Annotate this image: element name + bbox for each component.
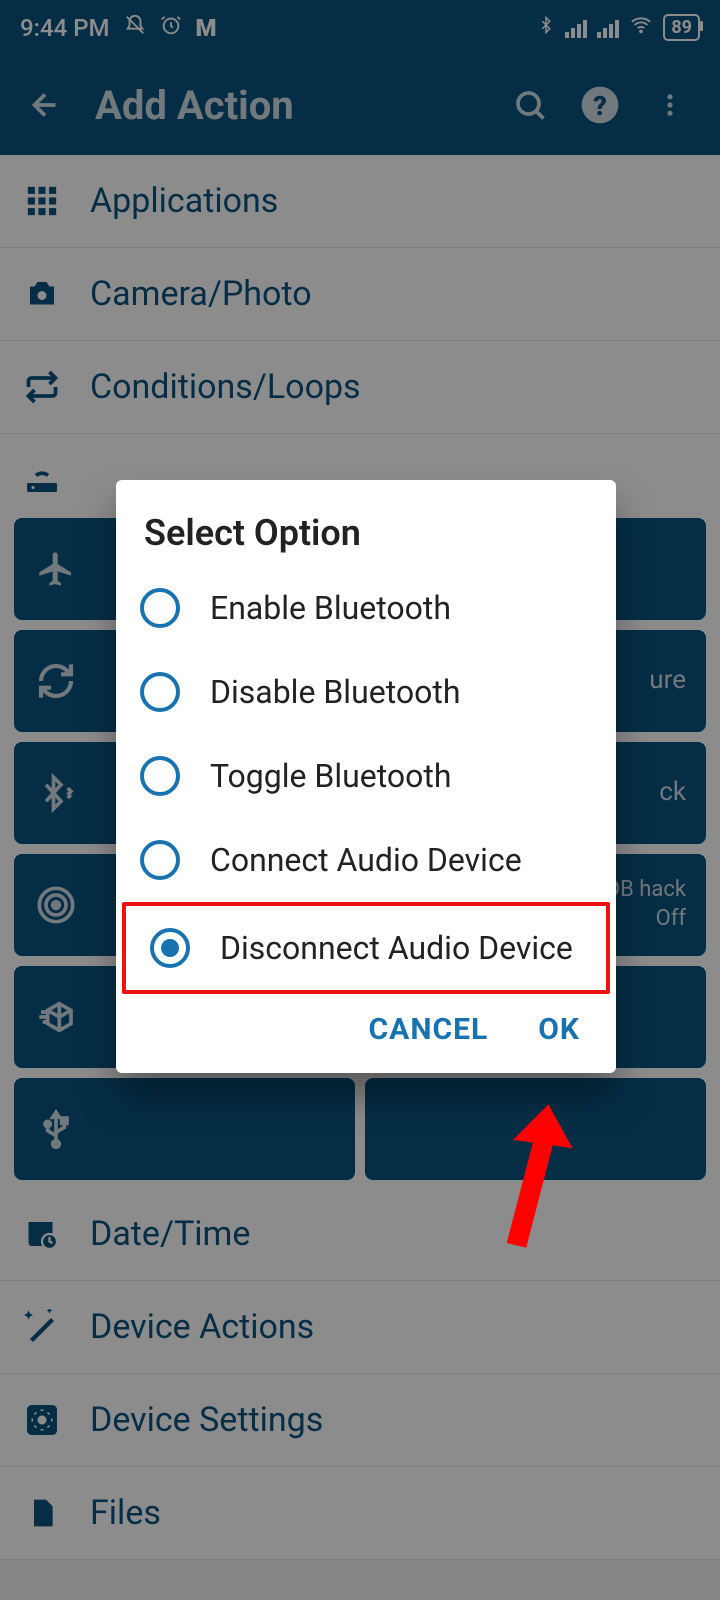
cancel-button[interactable]: CANCEL xyxy=(369,1012,489,1047)
dialog-title: Select Option xyxy=(116,512,616,566)
radio-unchecked-icon xyxy=(140,588,180,628)
radio-unchecked-icon xyxy=(140,672,180,712)
ok-button[interactable]: OK xyxy=(538,1012,580,1047)
option-disable-bluetooth[interactable]: Disable Bluetooth xyxy=(116,650,616,734)
select-option-dialog: Select Option Enable Bluetooth Disable B… xyxy=(116,480,616,1073)
option-connect-audio-device[interactable]: Connect Audio Device xyxy=(116,818,616,902)
radio-unchecked-icon xyxy=(140,756,180,796)
option-toggle-bluetooth[interactable]: Toggle Bluetooth xyxy=(116,734,616,818)
option-enable-bluetooth[interactable]: Enable Bluetooth xyxy=(116,566,616,650)
radio-checked-icon xyxy=(150,928,190,968)
option-disconnect-audio-device[interactable]: Disconnect Audio Device xyxy=(126,906,606,990)
radio-unchecked-icon xyxy=(140,840,180,880)
